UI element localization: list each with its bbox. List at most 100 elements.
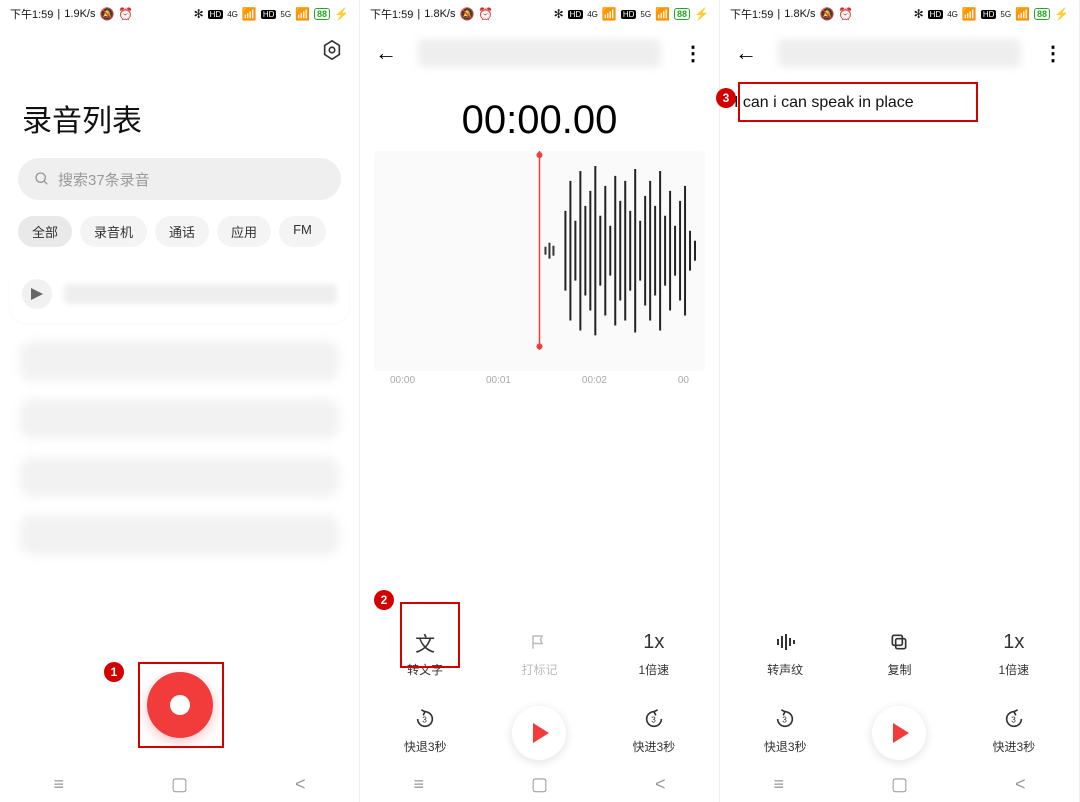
- recording-title-redacted: [418, 39, 661, 67]
- to-text-button[interactable]: 文 转文字: [368, 629, 482, 678]
- charging-icon: ⚡: [1054, 8, 1069, 20]
- network-gen-a: 4G: [587, 10, 598, 19]
- player-controls: 转声纹 复制 1x 1倍速 3 快退3秒 3 快进3秒: [720, 629, 1079, 760]
- nav-home-icon[interactable]: ▢: [891, 774, 908, 795]
- speed-button[interactable]: 1x 1倍速: [597, 629, 711, 678]
- voiceprint-icon: [775, 629, 795, 655]
- charging-icon: ⚡: [694, 8, 709, 20]
- alarm-icon: ⏰: [838, 8, 853, 20]
- callout-badge-2: 2: [374, 590, 394, 610]
- mute-icon: 🔕: [819, 8, 834, 20]
- network-gen-b: 5G: [280, 10, 291, 19]
- nav-home-icon[interactable]: ▢: [171, 774, 188, 795]
- screen-transcript: 下午1:59 | 1.8K/s 🔕 ⏰ ✻ HD 4G 📶 HD 5G 📶 88…: [720, 0, 1080, 802]
- mark-button[interactable]: 打标记: [482, 629, 596, 678]
- forward-icon: 3: [643, 706, 665, 732]
- nav-back-icon[interactable]: <: [295, 774, 306, 795]
- rewind-button[interactable]: 3 快退3秒: [368, 706, 482, 760]
- alarm-icon: ⏰: [478, 8, 493, 20]
- signal-icon-2: 📶: [655, 8, 670, 20]
- more-icon[interactable]: ⋮: [679, 39, 707, 67]
- nav-menu-icon[interactable]: ≡: [773, 774, 784, 795]
- ctrl-label: 1倍速: [638, 661, 669, 678]
- record-button[interactable]: [147, 672, 213, 738]
- system-nav: ≡ ▢ <: [360, 766, 719, 802]
- ctrl-label: 快进3秒: [632, 738, 675, 755]
- player-top-bar: ← ⋮: [360, 28, 719, 78]
- svg-text:3: 3: [422, 716, 427, 725]
- transcript-text[interactable]: I can i can speak in place: [734, 94, 1065, 118]
- status-bar: 下午1:59 | 1.8K/s 🔕 ⏰ ✻ HD 4G 📶 HD 5G 📶 88…: [720, 0, 1079, 28]
- axis-tick: 00:01: [486, 375, 511, 386]
- nav-menu-icon[interactable]: ≡: [53, 774, 64, 795]
- play-icon: [512, 706, 566, 760]
- time-axis: 00:00 00:01 00:02 00: [374, 371, 705, 386]
- nav-home-icon[interactable]: ▢: [531, 774, 548, 795]
- copy-button[interactable]: 复制: [842, 629, 956, 678]
- callout-badge-3: 3: [716, 88, 736, 108]
- back-button[interactable]: ←: [372, 39, 400, 67]
- status-bar: 下午1:59 | 1.9K/s 🔕 ⏰ ✻ HD 4G 📶 HD 5G 📶 88…: [0, 0, 359, 28]
- chip-recorder[interactable]: 录音机: [80, 216, 147, 247]
- search-input[interactable]: 搜索37条录音: [18, 158, 341, 200]
- hd-badge-2: HD: [621, 10, 637, 19]
- network-gen-a: 4G: [227, 10, 238, 19]
- play-icon[interactable]: [22, 279, 52, 309]
- forward-icon: 3: [1003, 706, 1025, 732]
- nav-menu-icon[interactable]: ≡: [413, 774, 424, 795]
- svg-text:3: 3: [782, 716, 787, 725]
- search-placeholder: 搜索37条录音: [58, 169, 150, 190]
- status-netspeed: 1.8K/s: [424, 8, 455, 20]
- signal-icon-2: 📶: [295, 8, 310, 20]
- ctrl-label: 复制: [887, 661, 911, 678]
- search-icon: [34, 171, 50, 187]
- mute-icon: 🔕: [459, 8, 474, 20]
- chip-apps[interactable]: 应用: [217, 216, 271, 247]
- back-button[interactable]: ←: [732, 39, 760, 67]
- voiceprint-button[interactable]: 转声纹: [728, 629, 842, 678]
- ctrl-label: 转声纹: [767, 661, 803, 678]
- settings-icon[interactable]: [321, 39, 343, 61]
- nav-back-icon[interactable]: <: [1015, 774, 1026, 795]
- chip-fm[interactable]: FM: [279, 216, 326, 247]
- ctrl-label: 快退3秒: [404, 738, 447, 755]
- mute-icon: 🔕: [99, 8, 114, 20]
- hd-badge: HD: [568, 10, 584, 19]
- nav-back-icon[interactable]: <: [655, 774, 666, 795]
- bluetooth-icon: ✻: [194, 8, 204, 20]
- axis-tick: 00: [678, 375, 689, 386]
- more-icon[interactable]: ⋮: [1039, 39, 1067, 67]
- list-item-redacted: [20, 341, 339, 381]
- forward-button[interactable]: 3 快进3秒: [957, 706, 1071, 760]
- list-item[interactable]: [10, 265, 349, 323]
- signal-icon: 📶: [242, 8, 257, 20]
- signal-icon-2: 📶: [1015, 8, 1030, 20]
- status-time: 下午1:59: [10, 6, 53, 22]
- bluetooth-icon: ✻: [554, 8, 564, 20]
- chip-calls[interactable]: 通话: [155, 216, 209, 247]
- ctrl-label: 1倍速: [998, 661, 1029, 678]
- list-item-redacted: [20, 515, 339, 555]
- ctrl-label: 打标记: [521, 661, 557, 678]
- charging-icon: ⚡: [334, 8, 349, 20]
- ctrl-label: 转文字: [407, 661, 443, 678]
- waveform-area[interactable]: [374, 151, 705, 371]
- player-controls: 文 转文字 打标记 1x 1倍速 3 快退3秒 3 快进3秒: [360, 629, 719, 760]
- rewind-button[interactable]: 3 快退3秒: [728, 706, 842, 760]
- hd-badge-2: HD: [981, 10, 997, 19]
- play-button[interactable]: [842, 706, 956, 760]
- speed-icon: 1x: [643, 629, 664, 655]
- play-button[interactable]: [482, 706, 596, 760]
- forward-button[interactable]: 3 快进3秒: [597, 706, 711, 760]
- ctrl-label: 快退3秒: [764, 738, 807, 755]
- status-netspeed: 1.9K/s: [64, 8, 95, 20]
- status-time: 下午1:59: [730, 6, 773, 22]
- speed-button[interactable]: 1x 1倍速: [957, 629, 1071, 678]
- chip-all[interactable]: 全部: [18, 216, 72, 247]
- battery-indicator: 88: [674, 8, 690, 20]
- flag-icon: [530, 629, 548, 655]
- callout-badge-1: 1: [104, 662, 124, 682]
- system-nav: ≡ ▢ <: [720, 766, 1079, 802]
- text-icon: 文: [415, 629, 435, 655]
- copy-icon: [889, 629, 909, 655]
